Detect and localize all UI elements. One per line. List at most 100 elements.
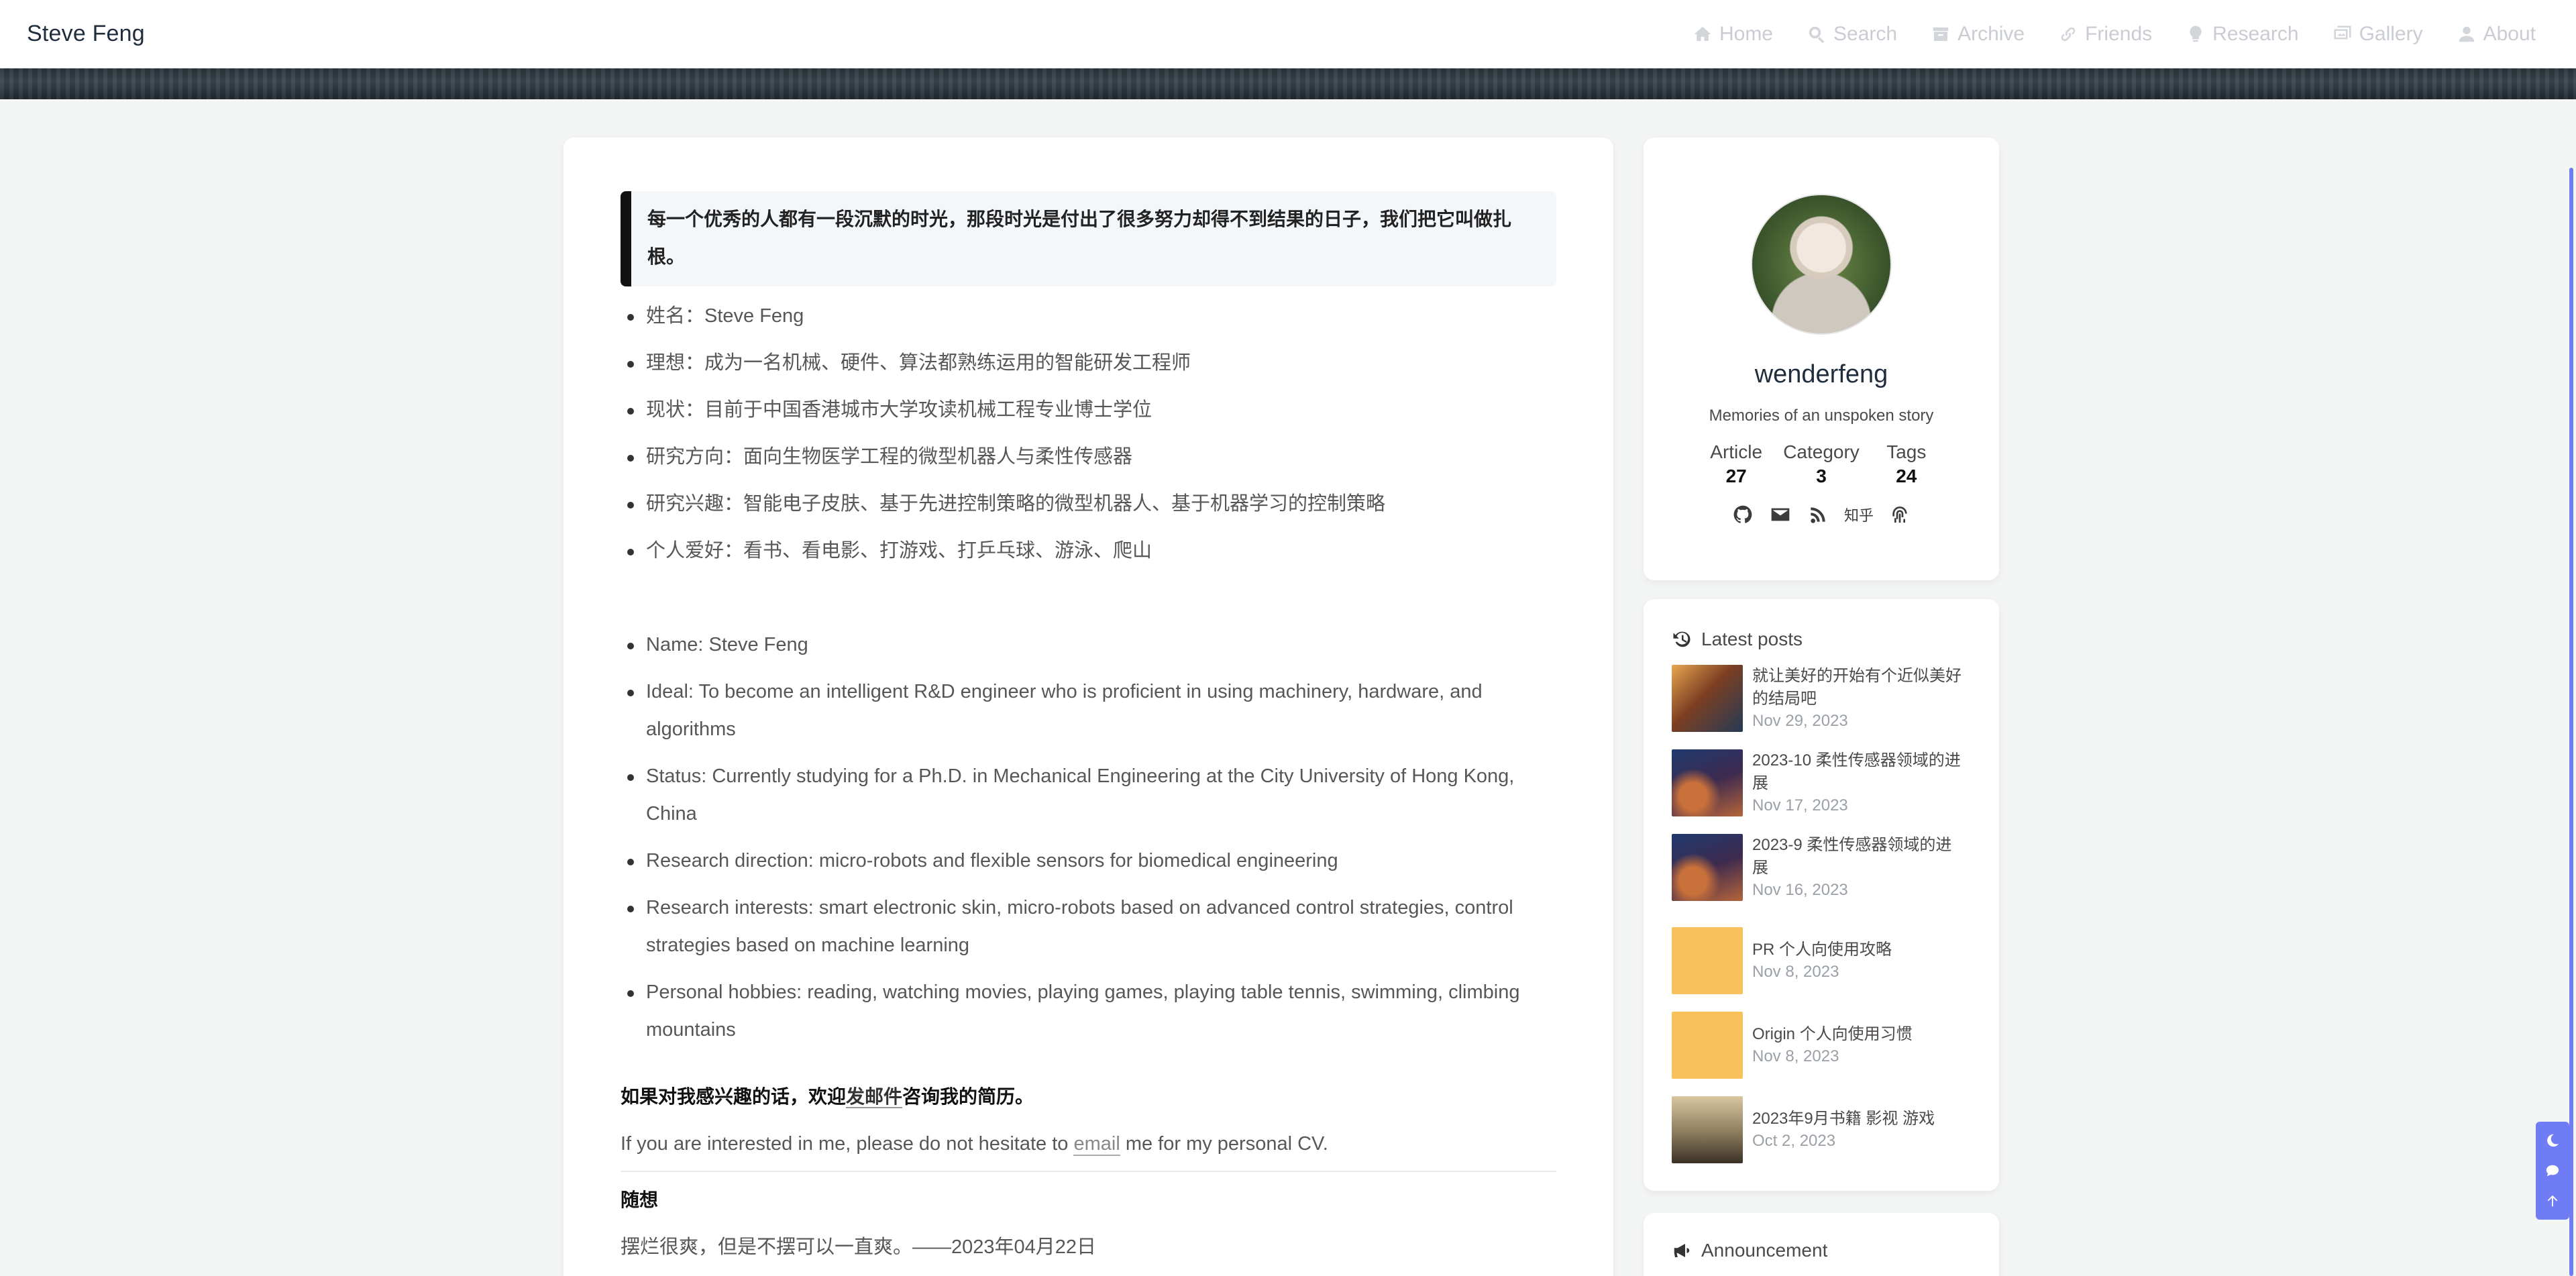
list-item: Research direction: micro-robots and fle… bbox=[621, 842, 1556, 880]
moon-icon bbox=[2547, 1134, 2559, 1147]
email-link-cn[interactable]: 发邮件 bbox=[846, 1086, 903, 1108]
nav-research[interactable]: Research bbox=[2186, 23, 2299, 46]
user-icon bbox=[2459, 26, 2474, 42]
top-navbar: Steve Feng Home Search Archive Friends R… bbox=[0, 0, 2576, 68]
post-title[interactable]: PR 个人向使用攻略 bbox=[1752, 939, 1892, 961]
stat-value: 3 bbox=[1816, 466, 1827, 486]
stat-articles[interactable]: Article 27 bbox=[1709, 441, 1763, 487]
post-date: Nov 17, 2023 bbox=[1752, 796, 1848, 814]
nav-home-label: Home bbox=[1719, 22, 1773, 45]
bulb-icon bbox=[2190, 25, 2202, 42]
post-title[interactable]: 就让美好的开始有个近似美好的结局吧 bbox=[1752, 665, 1967, 710]
musing-entry: 摆烂很爽，但是不摆可以一直爽。——2023年04月22日 bbox=[621, 1236, 1097, 1258]
nav-gallery[interactable]: Gallery bbox=[2332, 23, 2423, 46]
post-title[interactable]: 2023-10 柔性传感器领域的进展 bbox=[1752, 749, 1967, 795]
post-body: 就让美好的开始有个近似美好的结局吧 Nov 29, 2023 bbox=[1752, 665, 1967, 732]
list-item[interactable]: 2023-9 柔性传感器领域的进展 Nov 16, 2023 bbox=[1672, 834, 1972, 918]
nav-search[interactable]: Search bbox=[1807, 23, 1897, 46]
list-item: 个人爱好：看书、看电影、打游戏、打乒乓球、游泳、爬山 bbox=[621, 532, 1556, 570]
arrow-up-icon bbox=[2547, 1195, 2558, 1206]
list-item: 姓名：Steve Feng bbox=[621, 297, 1556, 335]
author-description: Memories of an unspoken story bbox=[1709, 407, 1934, 425]
stat-label: Article bbox=[1710, 441, 1763, 462]
post-title[interactable]: Origin 个人向使用习惯 bbox=[1752, 1023, 1913, 1046]
nav-about-label: About bbox=[2483, 22, 2536, 45]
fingerprint-link[interactable] bbox=[1888, 503, 1911, 526]
post-body: 2023-10 柔性传感器领域的进展 Nov 17, 2023 bbox=[1752, 749, 1967, 816]
post-thumbnail[interactable] bbox=[1672, 834, 1743, 901]
musings-heading: 随想 bbox=[621, 1189, 659, 1210]
post-title[interactable]: 2023年9月书籍 影视 游戏 bbox=[1752, 1108, 1935, 1130]
list-item: Status: Currently studying for a Ph.D. i… bbox=[621, 757, 1556, 833]
divider bbox=[621, 1171, 1556, 1172]
post-thumbnail[interactable] bbox=[1672, 927, 1743, 994]
list-item: 研究兴趣：智能电子皮肤、基于先进控制策略的微型机器人、基于机器学习的控制策略 bbox=[621, 485, 1556, 523]
list-item[interactable]: Origin 个人向使用习惯 Nov 8, 2023 bbox=[1672, 1003, 1972, 1087]
contact-en-text-before: If you are interested in me, please do n… bbox=[621, 1133, 1074, 1155]
post-date: Nov 29, 2023 bbox=[1752, 712, 1848, 730]
stat-categories[interactable]: Category 3 bbox=[1783, 441, 1860, 487]
scrollbar[interactable] bbox=[2569, 168, 2573, 1276]
post-thumbnail[interactable] bbox=[1672, 749, 1743, 816]
nav-search-label: Search bbox=[1833, 22, 1898, 45]
stat-value: 24 bbox=[1896, 466, 1917, 486]
post-thumbnail[interactable] bbox=[1672, 1012, 1743, 1079]
mail-icon bbox=[1771, 508, 1790, 521]
rss-link[interactable] bbox=[1807, 503, 1829, 526]
home-icon bbox=[1694, 26, 1711, 41]
site-name[interactable]: Steve Feng bbox=[27, 21, 145, 47]
article-card: 每一个优秀的人都有一段沉默的时光，那段时光是付出了很多努力却得不到结果的日子，我… bbox=[564, 138, 1613, 1276]
list-item: Ideal: To become an intelligent R&D engi… bbox=[621, 673, 1556, 748]
post-body: 2023年9月书籍 影视 游戏 Oct 2, 2023 bbox=[1752, 1108, 1935, 1152]
fingerprint-icon bbox=[1892, 507, 1907, 523]
list-item[interactable]: 2023-10 柔性传感器领域的进展 Nov 17, 2023 bbox=[1672, 749, 1972, 834]
contact-note-en: If you are interested in me, please do n… bbox=[621, 1125, 1556, 1163]
post-date: Nov 8, 2023 bbox=[1752, 963, 1839, 981]
author-info-card: wenderfeng Memories of an unspoken story… bbox=[1644, 138, 1999, 580]
post-body: Origin 个人向使用习惯 Nov 8, 2023 bbox=[1752, 1023, 1913, 1067]
comment-button[interactable] bbox=[2536, 1156, 2569, 1185]
list-item[interactable]: 2023年9月书籍 影视 游戏 Oct 2, 2023 bbox=[1672, 1087, 1972, 1172]
github-link[interactable] bbox=[1731, 503, 1754, 526]
site-stats: Article 27 Category 3 Tags 24 bbox=[1644, 441, 1999, 487]
list-item: Personal hobbies: reading, watching movi… bbox=[621, 973, 1556, 1049]
list-item[interactable]: 就让美好的开始有个近似美好的结局吧 Nov 29, 2023 bbox=[1672, 665, 1972, 749]
social-links: 知乎 bbox=[1644, 503, 1999, 526]
list-item[interactable]: PR 个人向使用攻略 Nov 8, 2023 bbox=[1672, 918, 1972, 1003]
contact-en-text-after: me for my personal CV. bbox=[1120, 1133, 1328, 1155]
nav-about[interactable]: About bbox=[2457, 23, 2536, 46]
bullhorn-icon bbox=[1674, 1244, 1690, 1257]
post-thumbnail[interactable] bbox=[1672, 665, 1743, 732]
post-title[interactable]: 2023-9 柔性传感器领域的进展 bbox=[1752, 834, 1967, 880]
stat-value: 27 bbox=[1725, 466, 1747, 486]
latest-posts-title: Latest posts bbox=[1701, 629, 1803, 649]
post-body: PR 个人向使用攻略 Nov 8, 2023 bbox=[1752, 939, 1892, 983]
post-date: Nov 8, 2023 bbox=[1752, 1047, 1839, 1065]
zhihu-link[interactable]: 知乎 bbox=[1844, 503, 1874, 526]
nav-friends[interactable]: Friends bbox=[2058, 23, 2152, 46]
archive-icon bbox=[1933, 27, 1949, 41]
post-date: Nov 16, 2023 bbox=[1752, 881, 1848, 899]
history-icon bbox=[1673, 631, 1690, 647]
post-thumbnail[interactable] bbox=[1672, 1096, 1743, 1163]
darkmode-button[interactable] bbox=[2536, 1126, 2569, 1155]
nav-home[interactable]: Home bbox=[1693, 23, 1773, 46]
announcement-header: Announcement bbox=[1672, 1240, 1971, 1261]
back-to-top-button[interactable] bbox=[2536, 1186, 2569, 1216]
stat-label: Category bbox=[1783, 441, 1860, 462]
author-name: wenderfeng bbox=[1754, 360, 1888, 388]
rightside-buttons bbox=[2536, 1122, 2569, 1220]
list-item: 现状：目前于中国香港城市大学攻读机械工程专业博士学位 bbox=[621, 391, 1556, 429]
stat-tags[interactable]: Tags 24 bbox=[1880, 441, 1933, 487]
avatar[interactable] bbox=[1751, 194, 1892, 335]
list-item: 理想：成为一名机械、硬件、算法都熟练运用的智能研发工程师 bbox=[621, 344, 1556, 382]
email-link[interactable] bbox=[1769, 503, 1792, 526]
nav-archive[interactable]: Archive bbox=[1931, 23, 2025, 46]
contact-cn-text-after: 咨询我的简历。 bbox=[902, 1086, 1034, 1107]
nav-friends-label: Friends bbox=[2085, 22, 2153, 45]
contact-note-cn: 如果对我感兴趣的话，欢迎发邮件咨询我的简历。 bbox=[621, 1078, 1556, 1116]
email-link-en[interactable]: email bbox=[1073, 1133, 1120, 1156]
nav-gallery-label: Gallery bbox=[2359, 22, 2423, 45]
profile-list-cn: 姓名：Steve Feng 理想：成为一名机械、硬件、算法都熟练运用的智能研发工… bbox=[621, 297, 1556, 570]
latest-posts-list: 就让美好的开始有个近似美好的结局吧 Nov 29, 2023 2023-10 柔… bbox=[1672, 665, 1972, 1172]
